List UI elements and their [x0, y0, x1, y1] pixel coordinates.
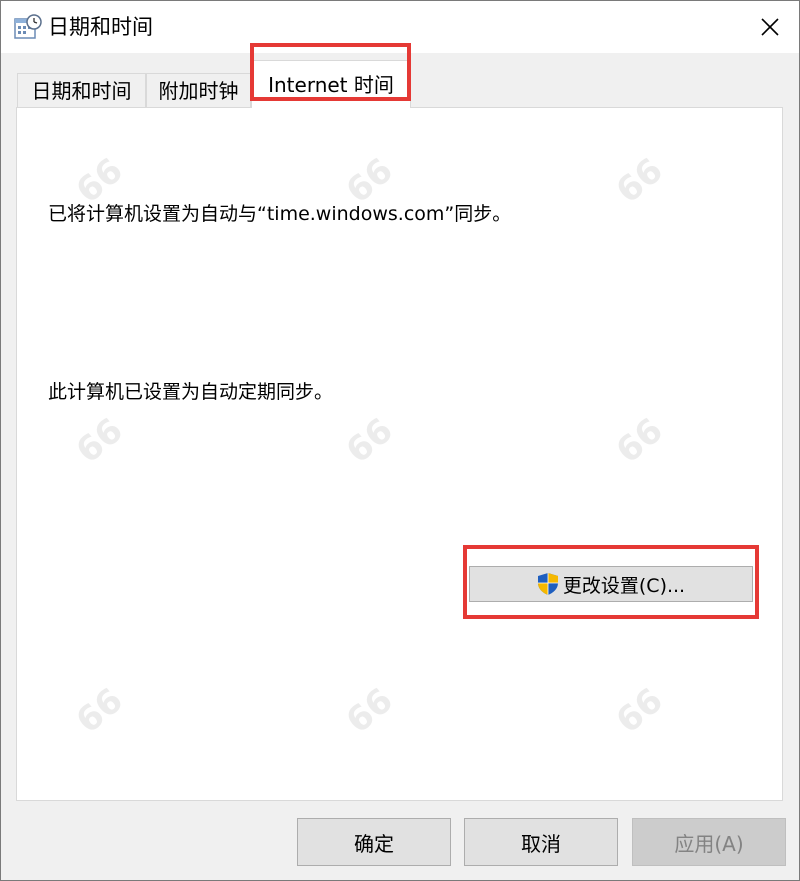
close-button[interactable]: [753, 10, 787, 44]
ok-button[interactable]: 确定: [297, 818, 451, 866]
title-bar: 日期和时间: [1, 1, 799, 53]
window-title: 日期和时间: [48, 15, 153, 39]
internet-time-panel: 已将计算机设置为自动与“time.windows.com”同步。 此计算机已设置…: [16, 107, 783, 801]
close-icon: [761, 18, 779, 36]
tab-additional-clocks[interactable]: 附加时钟: [146, 73, 251, 107]
apply-button[interactable]: 应用(A): [632, 818, 786, 866]
calendar-clock-icon: [14, 14, 42, 39]
cancel-button[interactable]: 取消: [464, 818, 618, 866]
change-settings-label: 更改设置(C)...: [562, 574, 686, 597]
tab-internet-time[interactable]: Internet 时间: [251, 60, 411, 108]
uac-shield-icon: [537, 573, 558, 595]
tab-date-time[interactable]: 日期和时间: [17, 73, 146, 107]
sync-status-text: 已将计算机设置为自动与“time.windows.com”同步。: [48, 203, 512, 225]
dialog-body: 日期和时间 附加时钟 Internet 时间 已将计算机设置为自动与“time.…: [1, 43, 799, 880]
date-time-dialog: 日期和时间 日期和时间 附加时钟 Internet 时间 已将计算机设置为自动与…: [0, 0, 800, 881]
change-settings-button[interactable]: 更改设置(C)...: [469, 566, 753, 602]
schedule-status-text: 此计算机已设置为自动定期同步。: [48, 381, 334, 403]
